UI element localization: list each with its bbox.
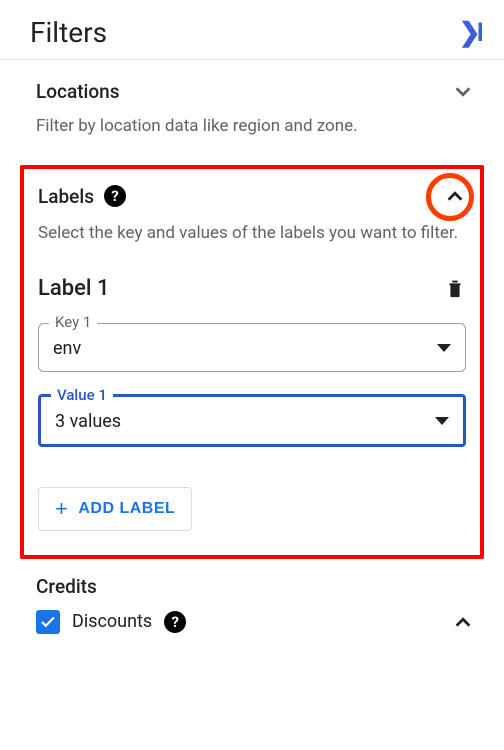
- add-label-text: ADD LABEL: [78, 500, 175, 518]
- plus-icon: +: [55, 498, 68, 520]
- value-1-label: Value 1: [51, 386, 113, 404]
- discounts-label: Discounts: [72, 611, 152, 632]
- key-1-select[interactable]: Key 1 env: [38, 323, 466, 372]
- labels-title: Labels: [38, 185, 94, 208]
- label-1-title: Label 1: [38, 276, 109, 301]
- help-icon[interactable]: ?: [164, 611, 186, 633]
- dropdown-caret-icon: [435, 417, 449, 425]
- locations-subtitle: Filter by location data like region and …: [36, 115, 474, 139]
- delete-label-icon[interactable]: [444, 277, 466, 299]
- chevron-up-icon: [452, 611, 474, 633]
- locations-header[interactable]: Locations: [36, 80, 474, 103]
- labels-header[interactable]: Labels ?: [38, 183, 466, 210]
- discounts-checkbox[interactable]: [36, 610, 60, 634]
- labels-subtitle: Select the key and values of the labels …: [38, 222, 466, 246]
- chevron-down-icon: [452, 81, 474, 103]
- credits-title: Credits: [36, 575, 474, 598]
- chevron-up-icon: [444, 185, 466, 207]
- add-label-button[interactable]: + ADD LABEL: [38, 487, 192, 531]
- label-1-block: Label 1 Key 1 env Value 1 3 values + ADD…: [38, 276, 466, 531]
- collapse-panel-icon[interactable]: ❯I: [459, 18, 480, 48]
- key-1-label: Key 1: [49, 313, 97, 331]
- locations-title: Locations: [36, 80, 120, 103]
- value-1-text: 3 values: [55, 411, 121, 432]
- value-1-select[interactable]: Value 1 3 values: [38, 394, 466, 447]
- labels-section-highlight: Labels ? Select the key and values of th…: [20, 165, 484, 559]
- filters-title: Filters: [30, 16, 107, 49]
- locations-section: Locations Filter by location data like r…: [0, 60, 504, 147]
- filters-header: Filters ❯I: [0, 0, 504, 60]
- help-icon[interactable]: ?: [104, 185, 126, 207]
- dropdown-caret-icon: [437, 344, 451, 352]
- key-1-value: env: [53, 338, 81, 359]
- credits-section: Credits Discounts ?: [0, 565, 504, 634]
